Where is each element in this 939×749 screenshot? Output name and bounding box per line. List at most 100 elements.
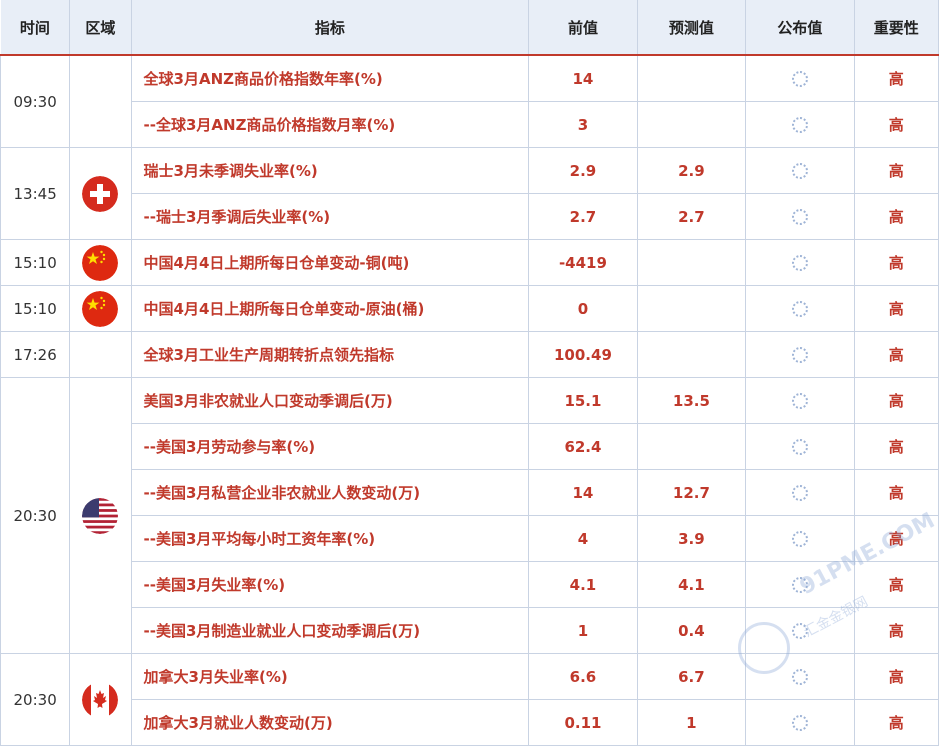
forecast-value: 3.9 (636, 515, 747, 562)
forecast-value: 2.9 (636, 147, 747, 194)
actual-value (745, 377, 855, 424)
previous-value: 2.7 (528, 193, 638, 240)
actual-value (745, 147, 855, 194)
importance-value: 高 (853, 331, 939, 378)
loading-spinner-icon (791, 393, 808, 409)
table-row[interactable]: --瑞士3月季调后失业率(%) 2.7 2.7 高 (1, 193, 939, 240)
table-row[interactable]: --美国3月私营企业非农就业人数变动(万) 14 12.7 高 (1, 469, 939, 516)
usa-flag-icon (82, 497, 119, 534)
table-row[interactable]: 加拿大3月就业人数变动(万) 0.11 1 高 (1, 699, 939, 746)
forecast-value: 12.7 (636, 469, 747, 516)
header-time[interactable]: 时间 (0, 0, 71, 56)
importance-value: 高 (853, 147, 939, 194)
previous-value: 4 (528, 515, 638, 562)
actual-value (745, 653, 855, 700)
header-actual[interactable]: 公布值 (745, 0, 855, 56)
indicator-name[interactable]: --美国3月劳动参与率(%) (130, 423, 530, 470)
table-row[interactable]: 15:10 中国4月4日上期所每日仓单变动-原油(桶) 0 高 (0, 285, 939, 332)
indicator-name[interactable]: --美国3月私营企业非农就业人数变动(万) (130, 469, 530, 516)
previous-value: 100.49 (528, 331, 638, 378)
header-importance[interactable]: 重要性 (854, 0, 939, 56)
indicator-name[interactable]: 美国3月非农就业人口变动季调后(万) (130, 377, 530, 424)
table-row[interactable]: 15:10 中国4月4日上期所每日仓单变动-铜(吨) -4419 高 (0, 239, 939, 286)
importance-value: 高 (853, 423, 939, 470)
indicator-name[interactable]: 瑞士3月未季调失业率(%) (130, 147, 530, 194)
previous-value: 0.11 (528, 699, 638, 746)
previous-value: 14 (528, 54, 638, 102)
indicator-name[interactable]: 加拿大3月就业人数变动(万) (130, 699, 530, 746)
loading-spinner-icon (791, 715, 808, 731)
importance-value: 高 (853, 607, 939, 654)
importance-value: 高 (853, 101, 939, 148)
loading-spinner-icon (791, 163, 808, 179)
indicator-name[interactable]: --美国3月制造业就业人口变动季调后(万) (130, 607, 530, 654)
actual-value (745, 54, 855, 102)
region-cell (69, 147, 132, 240)
actual-value (745, 285, 855, 332)
table-header-row: 时间 区域 指标 前值 预测值 公布值 重要性 (0, 0, 939, 56)
table-row[interactable]: 20:30 美国3月非农就业人口变动季调后(万) 15.1 13.5 高 (0, 377, 939, 654)
indicator-name[interactable]: 中国4月4日上期所每日仓单变动-铜(吨) (130, 239, 530, 286)
region-cell (69, 653, 132, 746)
table-row[interactable]: --全球3月ANZ商品价格指数月率(%) 3 高 (1, 101, 939, 148)
table-row[interactable]: --美国3月劳动参与率(%) 62.4 高 (1, 423, 939, 470)
header-forecast[interactable]: 预测值 (637, 0, 747, 56)
actual-value (745, 193, 855, 240)
indicator-name[interactable]: 全球3月ANZ商品价格指数年率(%) (130, 54, 530, 102)
indicator-name[interactable]: 加拿大3月失业率(%) (130, 653, 530, 700)
region-cell (69, 239, 132, 286)
importance-value: 高 (853, 377, 939, 424)
importance-value: 高 (853, 515, 939, 562)
table-body: 09:30 全球3月ANZ商品价格指数年率(%) 14 高 --全球3月ANZ商品价格指… (0, 54, 939, 746)
indicator-name[interactable]: --全球3月ANZ商品价格指数月率(%) (130, 101, 530, 148)
indicator-name[interactable]: --瑞士3月季调后失业率(%) (130, 193, 530, 240)
importance-value: 高 (853, 193, 939, 240)
actual-value (745, 101, 855, 148)
time-cell: 09:30 (0, 54, 71, 148)
time-cell: 20:30 (0, 653, 71, 746)
table-row[interactable]: 13:45 瑞士3月未季调失业率(%) 2.9 2.9 高 (0, 147, 939, 240)
header-previous[interactable]: 前值 (528, 0, 638, 56)
region-cell (69, 331, 132, 378)
time-cell: 20:30 (0, 377, 71, 654)
forecast-value (636, 101, 747, 148)
header-region[interactable]: 区域 (69, 0, 132, 56)
loading-spinner-icon (791, 531, 808, 547)
previous-value: 15.1 (528, 377, 638, 424)
importance-value: 高 (853, 239, 939, 286)
table-row[interactable]: 09:30 全球3月ANZ商品价格指数年率(%) 14 高 (0, 54, 939, 148)
previous-value: 3 (528, 101, 638, 148)
switzerland-flag-icon (82, 175, 119, 212)
importance-value: 高 (853, 469, 939, 516)
indicator-name[interactable]: --美国3月平均每小时工资年率(%) (130, 515, 530, 562)
table-row[interactable]: 17:26 全球3月工业生产周期转折点领先指标 100.49 高 (0, 331, 939, 378)
economic-calendar-table: 时间 区域 指标 前值 预测值 公布值 重要性 09:30 全球3月ANZ商品价格… (0, 0, 939, 746)
forecast-value: 13.5 (636, 377, 747, 424)
loading-spinner-icon (791, 209, 808, 225)
actual-value (745, 423, 855, 470)
header-indicator[interactable]: 指标 (131, 0, 530, 56)
time-cell: 13:45 (0, 147, 71, 240)
table-row[interactable]: --美国3月失业率(%) 4.1 4.1 高 (1, 561, 939, 608)
forecast-value (636, 54, 747, 102)
loading-spinner-icon (791, 255, 808, 271)
table-row[interactable]: 20:30 加拿大3月失业率(%) 6.6 6.7 高 (0, 653, 939, 746)
indicator-name[interactable]: 中国4月4日上期所每日仓单变动-原油(桶) (130, 285, 530, 332)
importance-value: 高 (853, 653, 939, 700)
calendar-page: 时间 区域 指标 前值 预测值 公布值 重要性 09:30 全球3月ANZ商品价格… (0, 0, 939, 749)
forecast-value: 0.4 (636, 607, 747, 654)
indicator-name[interactable]: 全球3月工业生产周期转折点领先指标 (130, 331, 530, 378)
forecast-value (636, 423, 747, 470)
actual-value (745, 469, 855, 516)
forecast-value (636, 285, 747, 332)
previous-value: 6.6 (528, 653, 638, 700)
table-row[interactable]: --美国3月制造业就业人口变动季调后(万) 1 0.4 高 (1, 607, 939, 654)
table-row[interactable]: --美国3月平均每小时工资年率(%) 4 3.9 高 (1, 515, 939, 562)
previous-value: 4.1 (528, 561, 638, 608)
time-cell: 15:10 (0, 239, 71, 286)
loading-spinner-icon (791, 485, 808, 501)
forecast-value: 1 (636, 699, 747, 746)
indicator-name[interactable]: --美国3月失业率(%) (130, 561, 530, 608)
china-flag-icon (82, 244, 119, 281)
importance-value: 高 (853, 285, 939, 332)
